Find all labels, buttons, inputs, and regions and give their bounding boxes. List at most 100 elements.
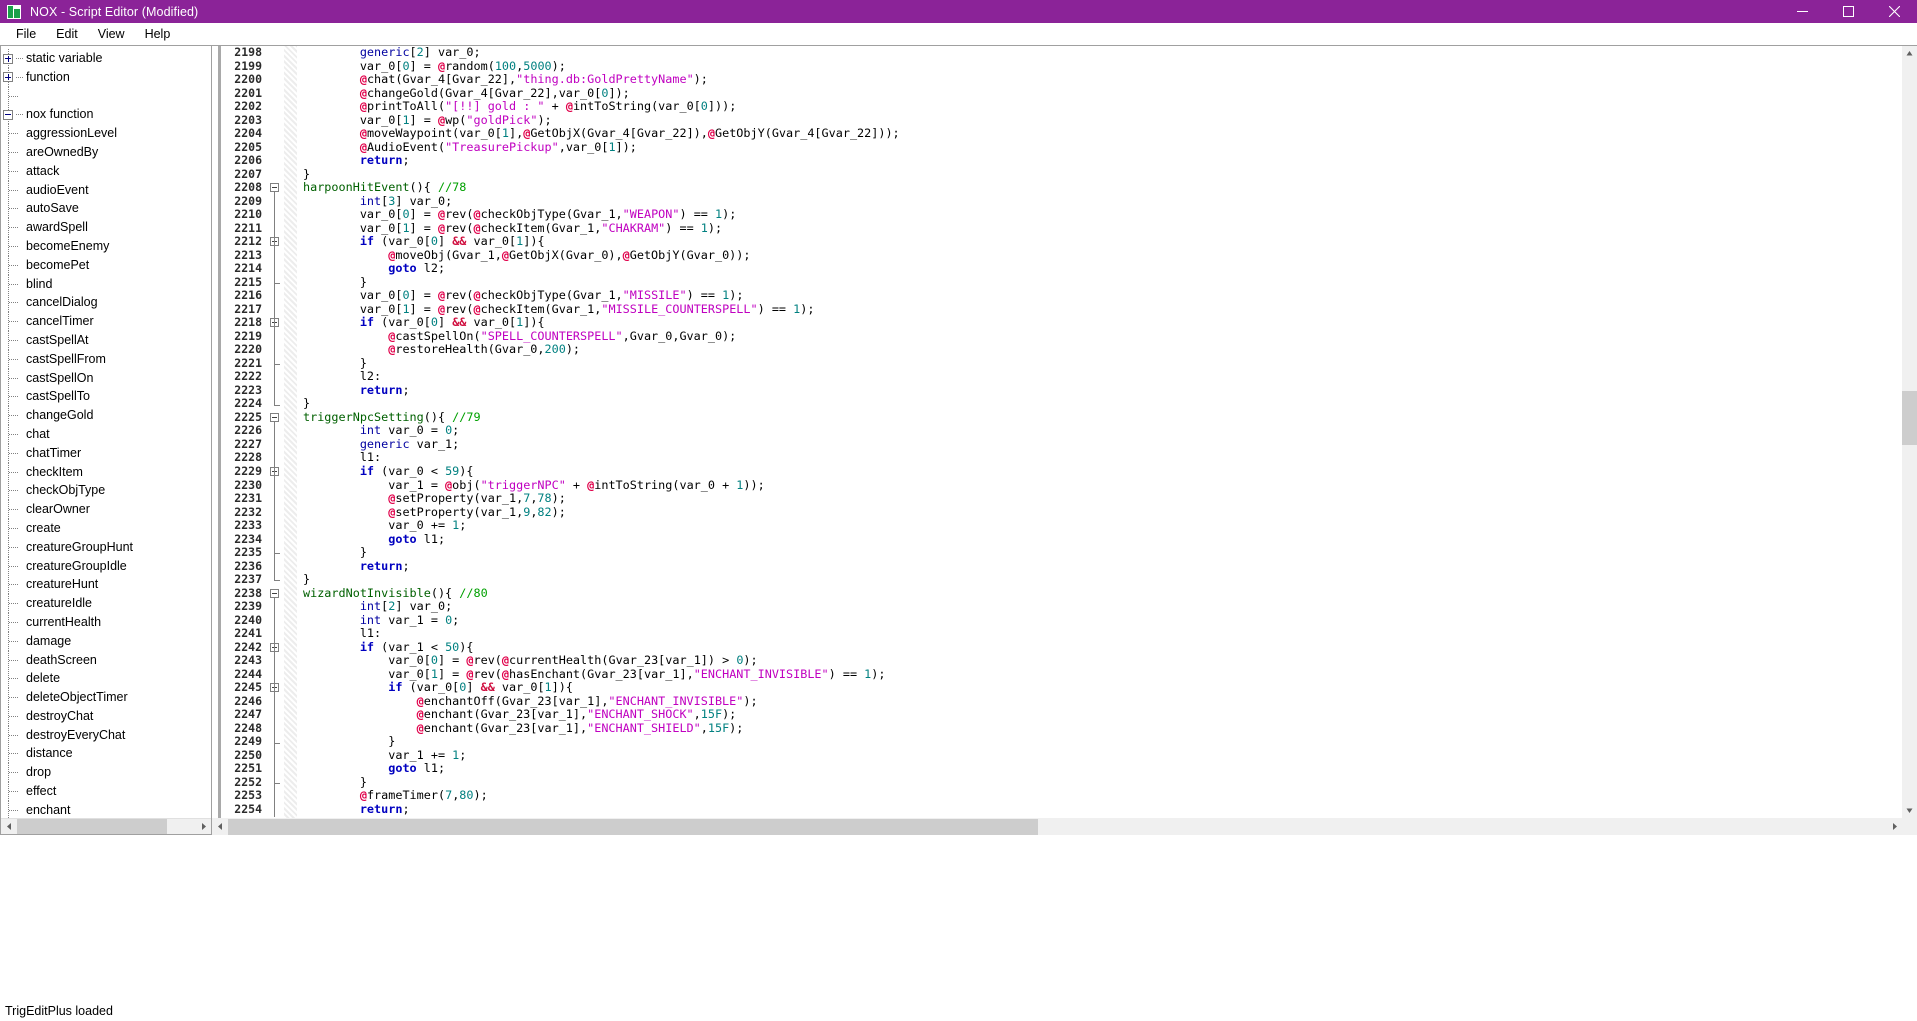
tree-item-becomeenemy[interactable]: becomeEnemy <box>1 236 211 256</box>
tree-item-awardspell[interactable]: awardSpell <box>1 218 211 237</box>
code-line[interactable]: int var_1 = 0; <box>303 613 1902 628</box>
code-viewport[interactable]: 2198 2199 2200 2201 2202 2203 2204 2205 2206 2207… <box>212 46 1902 818</box>
tree-item-drop[interactable]: drop <box>1 763 211 782</box>
code-text[interactable]: generic[2] var_0; var_0[0] = @random(100… <box>297 46 1902 818</box>
code-line[interactable]: @moveWaypoint(var_0[1],@GetObjX(Gvar_4[G… <box>303 126 1902 141</box>
code-line[interactable]: if (var_0[0] && var_0[1]){ <box>303 234 1902 249</box>
tree-item-castspellfrom[interactable]: castSpellFrom <box>1 349 211 369</box>
code-line[interactable]: return; <box>303 153 1902 168</box>
tree-item-creatureidle[interactable]: creatureIdle <box>1 594 211 613</box>
title-bar[interactable]: NOX - Script Editor (Modified) <box>0 0 1917 23</box>
code-line[interactable]: var_0[0] = @random(100,5000); <box>303 59 1902 74</box>
tree-item-destroyeverychat[interactable]: destroyEveryChat <box>1 725 211 745</box>
code-line[interactable]: int[2] var_0; <box>303 599 1902 614</box>
editor-vscroll-thumb[interactable] <box>1902 391 1917 445</box>
code-line[interactable]: } <box>303 275 1902 290</box>
tree-item-audioevent[interactable]: audioEvent <box>1 180 211 200</box>
tree-item-areownedby[interactable]: areOwnedBy <box>1 142 211 162</box>
code-line[interactable]: l1: <box>303 451 1902 465</box>
tree-item-enchant[interactable]: enchant <box>1 800 211 818</box>
scroll-down-icon[interactable] <box>1902 803 1917 818</box>
code-line[interactable]: var_0 += 1; <box>303 518 1902 533</box>
tree-hscroll-thumb[interactable] <box>17 818 167 834</box>
code-line[interactable]: goto l1; <box>303 532 1902 547</box>
tree-horizontal-scrollbar[interactable] <box>1 818 211 834</box>
code-line[interactable]: var_0[1] = @rev(@hasEnchant(Gvar_23[var_… <box>303 667 1902 682</box>
fold-toggle-icon[interactable] <box>270 588 279 598</box>
code-line[interactable]: var_1 = @obj("triggerNPC" + @intToString… <box>303 478 1902 493</box>
tree-item-creaturehunt[interactable]: creatureHunt <box>1 575 211 594</box>
code-line[interactable]: } <box>303 397 1902 411</box>
tree-item-nox-function[interactable]: nox function <box>1 105 211 124</box>
scroll-left-icon[interactable] <box>1 818 17 834</box>
tree-item-create[interactable]: create <box>1 518 211 538</box>
code-line[interactable]: return; <box>303 802 1902 817</box>
editor-hscroll-thumb[interactable] <box>228 818 1038 835</box>
editor-vscroll-track[interactable] <box>1902 61 1917 803</box>
close-button[interactable] <box>1871 0 1917 23</box>
tree-item-canceltimer[interactable]: cancelTimer <box>1 312 211 331</box>
code-line[interactable]: @enchant(Gvar_23[var_1],"ENCHANT_SHIELD"… <box>303 721 1902 736</box>
code-line[interactable]: var_0[1] = @rev(@checkItem(Gvar_1,"CHAKR… <box>303 221 1902 236</box>
editor-hscroll-track[interactable] <box>228 818 1886 835</box>
code-line[interactable]: var_0[1] = @rev(@checkItem(Gvar_1,"MISSI… <box>303 302 1902 317</box>
code-line[interactable]: } <box>303 545 1902 560</box>
editor-horizontal-scrollbar[interactable] <box>212 818 1902 835</box>
code-folding-column[interactable] <box>267 46 284 818</box>
tree-item-aggressionlevel[interactable]: aggressionLevel <box>1 124 211 143</box>
tree-item-creaturegrouphunt[interactable]: creatureGroupHunt <box>1 537 211 557</box>
menu-help[interactable]: Help <box>135 24 181 44</box>
tree-item-checkobjtype[interactable]: checkObjType <box>1 481 211 500</box>
code-line[interactable]: @castSpellOn("SPELL_COUNTERSPELL",Gvar_0… <box>303 329 1902 344</box>
editor-scroll-right-icon[interactable] <box>1886 818 1902 835</box>
tree-item-deathscreen[interactable]: deathScreen <box>1 650 211 670</box>
tree-item-chattimer[interactable]: chatTimer <box>1 443 211 463</box>
code-line[interactable]: } <box>303 775 1902 790</box>
code-line[interactable]: if (var_1 < 50){ <box>303 640 1902 655</box>
tree-item-chat[interactable]: chat <box>1 424 211 444</box>
code-line[interactable]: if (var_0[0] && var_0[1]){ <box>303 316 1902 330</box>
code-line[interactable]: } <box>303 572 1902 587</box>
code-line[interactable]: @chat(Gvar_4[Gvar_22],"thing.db:GoldPret… <box>303 72 1902 87</box>
code-line[interactable]: @moveObj(Gvar_1,@GetObjX(Gvar_0),@GetObj… <box>303 248 1902 263</box>
tree-item-canceldialog[interactable]: cancelDialog <box>1 293 211 312</box>
code-line[interactable]: generic var_1; <box>303 437 1902 452</box>
tree-item-blind[interactable]: blind <box>1 274 211 294</box>
code-line[interactable]: @frameTimer(7,80); <box>303 789 1902 803</box>
code-line[interactable]: @changeGold(Gvar_4[Gvar_22],var_0[0]); <box>303 86 1902 101</box>
expand-icon[interactable] <box>3 72 13 83</box>
tree-item-changegold[interactable]: changeGold <box>1 406 211 425</box>
code-line[interactable]: } <box>303 735 1902 749</box>
maximize-button[interactable] <box>1825 0 1871 23</box>
expand-icon[interactable] <box>3 53 13 64</box>
code-line[interactable]: @enchantOff(Gvar_23[var_1],"ENCHANT_INVI… <box>303 694 1902 709</box>
code-line[interactable]: wizardNotInvisible(){ //80 <box>303 586 1902 601</box>
code-line[interactable]: triggerNpcSetting(){ //79 <box>303 410 1902 425</box>
menu-file[interactable]: File <box>6 24 46 44</box>
tree-item-creaturegroupidle[interactable]: creatureGroupIdle <box>1 556 211 576</box>
tree-item-distance[interactable]: distance <box>1 744 211 764</box>
code-line[interactable]: int[3] var_0; <box>303 194 1902 209</box>
tree-item-function[interactable]: function <box>1 67 211 87</box>
code-line[interactable]: int var_0 = 0; <box>303 424 1902 438</box>
code-line[interactable]: } <box>303 356 1902 371</box>
code-line[interactable]: return; <box>303 559 1902 574</box>
tree-item-currenthealth[interactable]: currentHealth <box>1 612 211 632</box>
editor-scroll-left-icon[interactable] <box>212 818 228 835</box>
code-line[interactable]: goto l2; <box>303 261 1902 276</box>
code-line[interactable]: @restoreHealth(Gvar_0,200); <box>303 343 1902 357</box>
tree-hscroll-track[interactable] <box>17 818 195 834</box>
collapse-icon[interactable] <box>3 109 13 120</box>
tree-item-clearowner[interactable]: clearOwner <box>1 500 211 519</box>
menu-view[interactable]: View <box>88 24 135 44</box>
code-line[interactable]: @enchant(Gvar_23[var_1],"ENCHANT_SHOCK",… <box>303 708 1902 722</box>
tree-item-becomepet[interactable]: becomePet <box>1 255 211 275</box>
code-line[interactable]: @setProperty(var_1,9,82); <box>303 505 1902 520</box>
code-line[interactable]: l1: <box>303 626 1902 641</box>
minimize-button[interactable] <box>1779 0 1825 23</box>
code-line[interactable]: generic[2] var_0; <box>303 46 1902 60</box>
code-line[interactable]: var_1 += 1; <box>303 748 1902 763</box>
menu-edit[interactable]: Edit <box>46 24 88 44</box>
fold-toggle-icon[interactable] <box>270 413 279 423</box>
code-line[interactable]: if (var_0 < 59){ <box>303 464 1902 479</box>
